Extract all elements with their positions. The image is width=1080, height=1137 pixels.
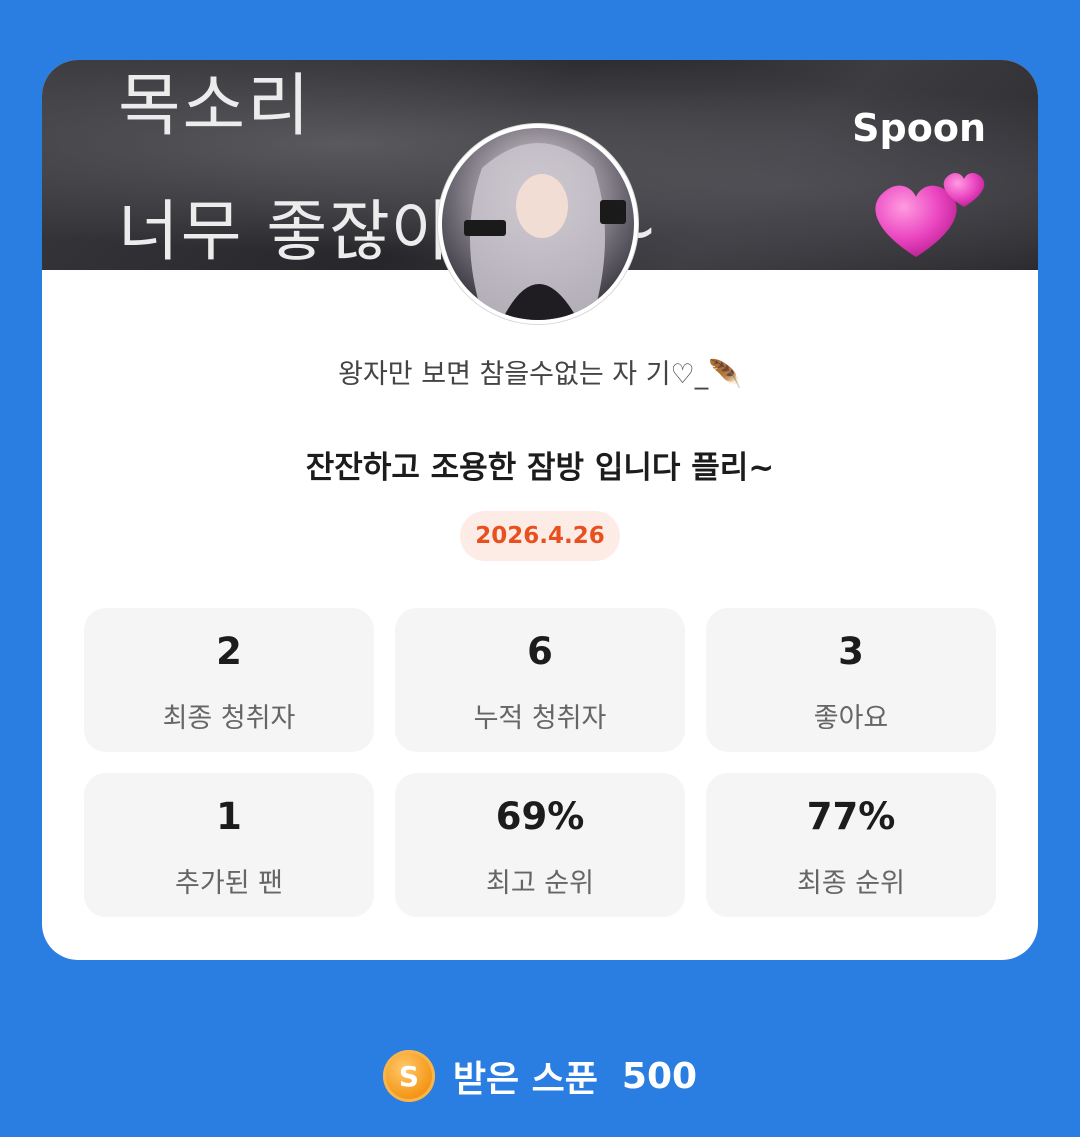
stat-final-listeners: 2 최종 청취자 — [84, 608, 374, 752]
stat-value: 69% — [495, 795, 585, 838]
banner-text-line1: 목소리 — [118, 67, 312, 146]
profile-avatar[interactable] — [438, 124, 638, 324]
stat-value: 1 — [216, 795, 242, 838]
stat-new-fans: 1 추가된 팬 — [84, 773, 374, 917]
received-spoons-label: 받은 스푼 — [452, 1059, 598, 1100]
stat-total-listeners: 6 누적 청취자 — [395, 608, 685, 752]
stat-best-rank: 69% 최고 순위 — [395, 773, 685, 917]
stat-label: 좋아요 — [813, 703, 889, 734]
two-hearts-icon — [875, 172, 985, 257]
stat-label: 최고 순위 — [486, 868, 594, 899]
live-date-badge: 2026.4.26 — [460, 511, 620, 561]
stat-likes: 3 좋아요 — [706, 608, 996, 752]
spoon-coin-icon: S — [382, 1050, 435, 1102]
stat-value: 2 — [216, 630, 242, 673]
received-spoons-value: 500 — [621, 1055, 698, 1097]
stat-value: 77% — [806, 795, 896, 838]
stat-label: 최종 순위 — [797, 868, 905, 899]
stat-value: 6 — [527, 630, 553, 673]
stat-label: 최종 청취자 — [162, 703, 296, 734]
avatar-illustration — [464, 143, 626, 320]
stat-label: 누적 청취자 — [473, 703, 607, 734]
live-title: 잔잔하고 조용한 잠방 입니다 플리~ — [305, 450, 775, 486]
received-spoons-summary: S 받은 스푼 500 — [0, 1046, 1080, 1106]
stat-value: 3 — [838, 630, 864, 673]
stat-label: 추가된 팬 — [175, 868, 283, 899]
profile-nickname: 왕자만 보면 참을수없는 자 기♡_🪶 — [338, 359, 742, 390]
live-summary-card: 목소리 너무 좋잖아 쟈기~ Spoon 왕자만 보면 참을수없는 자 기♡_🪶… — [42, 60, 1038, 960]
spoon-logo: Spoon — [852, 106, 986, 150]
avatar-image — [442, 128, 634, 320]
stat-final-rank: 77% 최종 순위 — [706, 773, 996, 917]
